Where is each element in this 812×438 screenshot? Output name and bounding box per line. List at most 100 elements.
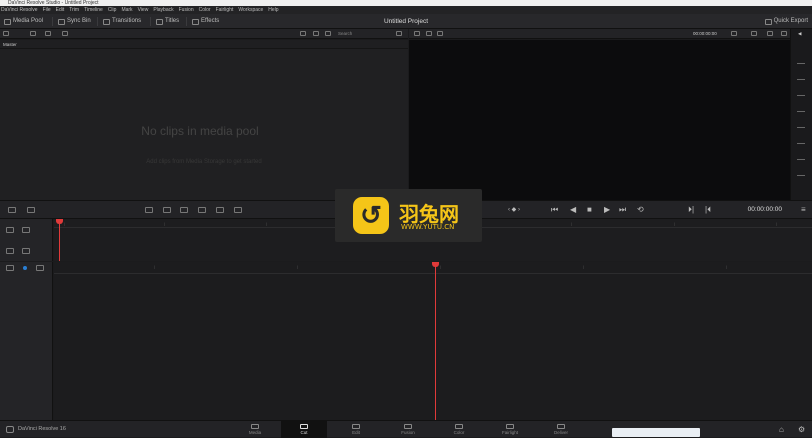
prev-edit-button[interactable]: ⏵| <box>688 205 694 215</box>
lower-track-header <box>0 262 53 420</box>
menu-playback[interactable]: Playback <box>153 6 173 14</box>
search-input[interactable]: Search <box>338 31 352 36</box>
menu-workspace[interactable]: Workspace <box>238 6 263 14</box>
media-pool-empty-title: No clips in media pool <box>141 124 259 138</box>
viewer-mode-icon[interactable] <box>437 31 443 36</box>
page-media[interactable]: Media <box>232 421 278 438</box>
speaker-icon[interactable]: ◀ <box>798 31 801 37</box>
go-to-start-button[interactable]: ⏮ <box>551 205 558 215</box>
sort-icon[interactable] <box>396 31 402 36</box>
snap-icon[interactable] <box>22 227 30 233</box>
safe-area-icon[interactable] <box>426 31 432 36</box>
effects-icon <box>192 18 199 25</box>
effects-button[interactable]: Effects <box>192 14 219 29</box>
settings-gear-icon[interactable]: ⚙ <box>798 425 805 434</box>
menu-color[interactable]: Color <box>199 6 211 14</box>
menu-fairlight[interactable]: Fairlight <box>216 6 234 14</box>
resolve-logo-icon <box>6 426 14 433</box>
play-button[interactable]: ▶ <box>604 205 610 215</box>
close-up-icon[interactable] <box>198 207 206 213</box>
menu-fusion[interactable]: Fusion <box>179 6 194 14</box>
track-color-dot <box>23 266 27 270</box>
media-pool-button[interactable]: Media Pool <box>4 14 43 29</box>
more-options-icon[interactable]: ≡ <box>801 205 806 215</box>
audio-meter: ◀ <box>790 29 812 200</box>
fairlight-page-icon <box>506 424 514 429</box>
watermark: ↺ 羽兔网 WWW.YUTU.CN <box>335 189 482 242</box>
grid-view-icon[interactable] <box>300 31 306 36</box>
stop-button[interactable]: ■ <box>587 205 592 215</box>
app-name: DaVinci Resolve 16 <box>18 426 66 432</box>
page-deliver[interactable]: Deliver <box>538 421 584 438</box>
annotation-icon[interactable] <box>781 31 787 36</box>
media-pool-header: Search <box>0 29 408 39</box>
sync-bin-button[interactable]: Sync Bin <box>58 14 91 29</box>
quick-export-button[interactable]: Quick Export <box>764 14 808 29</box>
titles-button[interactable]: Titles <box>156 14 179 29</box>
transitions-button[interactable]: Transitions <box>103 14 141 29</box>
upper-playhead-handle[interactable] <box>56 219 63 224</box>
deliver-page-icon <box>557 424 565 429</box>
list-view-icon[interactable] <box>313 31 319 36</box>
bin-name[interactable]: Master <box>0 40 408 49</box>
source-overwrite-icon[interactable] <box>234 207 242 213</box>
zoom-in-icon[interactable] <box>6 248 14 254</box>
text-tool-icon[interactable] <box>6 227 14 233</box>
edit-page-icon <box>352 424 360 429</box>
viewer-timecode: 00:00:00:00 <box>693 31 717 36</box>
menu-view[interactable]: View <box>138 6 149 14</box>
loop-button[interactable]: ⟲ <box>637 205 644 215</box>
append-icon[interactable] <box>163 207 171 213</box>
search-icon[interactable] <box>325 31 331 36</box>
top-toolbar: Untitled Project Media Pool Sync Bin Tra… <box>0 14 812 29</box>
viewer[interactable] <box>409 40 790 200</box>
menu-edit[interactable]: Edit <box>56 6 65 14</box>
edit-tool-icon[interactable] <box>6 265 14 271</box>
page-edit[interactable]: Edit <box>333 421 379 438</box>
place-on-top-icon[interactable] <box>216 207 224 213</box>
jog-control[interactable]: ‹ ◆ › <box>508 205 520 215</box>
zoom-out-icon[interactable] <box>22 248 30 254</box>
page-cut[interactable]: Cut <box>281 421 327 438</box>
blade-icon[interactable] <box>27 207 35 213</box>
reverse-button[interactable]: ◀ <box>570 205 576 215</box>
lower-playhead[interactable] <box>435 262 436 420</box>
watermark-url: WWW.YUTU.CN <box>401 223 455 231</box>
menu-clip[interactable]: Clip <box>108 6 117 14</box>
layout-icon[interactable] <box>414 31 420 36</box>
timeline-options-icon[interactable] <box>8 207 16 213</box>
lower-timeline[interactable] <box>54 262 812 420</box>
bin-icon[interactable] <box>62 31 68 36</box>
fullscreen-icon[interactable] <box>731 31 737 36</box>
lower-playhead-handle[interactable] <box>432 262 439 267</box>
ripple-overwrite-icon[interactable] <box>180 207 188 213</box>
menu-davinci[interactable]: DaVinci Resolve <box>1 6 38 14</box>
menu-trim[interactable]: Trim <box>69 6 79 14</box>
import-icon[interactable] <box>30 31 36 36</box>
media-page-icon <box>251 424 259 429</box>
menu-timeline[interactable]: Timeline <box>84 6 103 14</box>
comment-icon[interactable] <box>767 31 773 36</box>
track-options-icon[interactable] <box>36 265 44 271</box>
page-fairlight[interactable]: Fairlight <box>487 421 533 438</box>
panel-toggle-icon[interactable] <box>3 31 9 36</box>
home-icon[interactable]: ⌂ <box>779 425 784 434</box>
upper-track-header <box>0 219 53 261</box>
menu-mark[interactable]: Mark <box>121 6 132 14</box>
titles-icon <box>156 18 163 25</box>
zoom-icon[interactable] <box>751 31 757 36</box>
next-edit-button[interactable]: |⏴ <box>705 205 711 215</box>
folder-icon[interactable] <box>45 31 51 36</box>
upper-playhead[interactable] <box>59 219 60 261</box>
smart-insert-icon[interactable] <box>145 207 153 213</box>
page-fusion[interactable]: Fusion <box>385 421 431 438</box>
page-color[interactable]: Color <box>436 421 482 438</box>
cut-page-icon <box>300 424 308 429</box>
transport-timecode: 00:00:00:00 <box>747 206 782 213</box>
export-icon <box>764 18 772 25</box>
menu-file[interactable]: File <box>43 6 51 14</box>
media-pool-empty-hint: Add clips from Media Storage to get star… <box>146 159 262 165</box>
menu-help[interactable]: Help <box>268 6 278 14</box>
fusion-page-icon <box>404 424 412 429</box>
go-to-end-button[interactable]: ⏭ <box>619 205 626 215</box>
